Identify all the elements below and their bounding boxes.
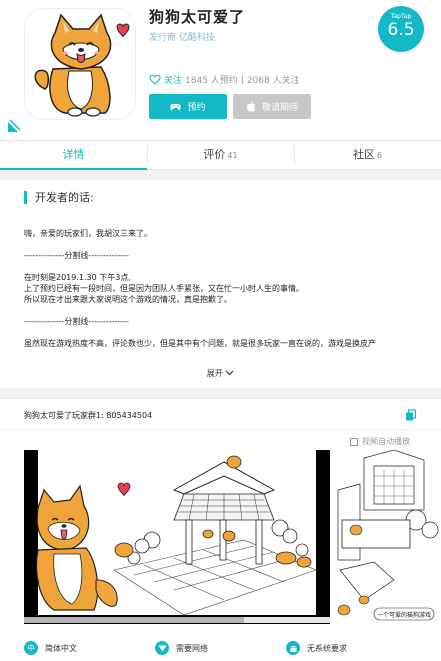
feature-language: 中 简体中文 [24, 641, 77, 655]
tab-community-count: 6 [376, 151, 383, 160]
game-video-frame [24, 450, 330, 624]
gallery-scrollbar[interactable] [24, 615, 330, 625]
heart-outline-icon[interactable] [149, 74, 161, 85]
stats-separator: | [240, 74, 244, 85]
note-divider: --------------分割线-------------- [24, 317, 129, 326]
rating-badge: TapTap 6.5 [378, 6, 424, 52]
player-group: 狗狗太可爱了玩家群1: 805434504 [0, 398, 441, 430]
publisher-name[interactable]: 亿酷科技 [179, 33, 215, 43]
tab-details[interactable]: 详情 [0, 141, 147, 170]
autoplay-checkbox[interactable] [350, 437, 358, 446]
video-player[interactable] [24, 450, 330, 624]
app-stats: 关注 1845 人预约 | 2068 人关注 [149, 73, 300, 86]
apple-icon [246, 101, 256, 112]
autoplay-label: 视频自动播放 [362, 437, 410, 446]
text-fade [0, 348, 441, 368]
follow-link[interactable]: 关注 [164, 73, 182, 86]
screenshot-caption: 一个可爱的猫狗游戏 [377, 611, 431, 619]
shiba-dog-icon [34, 13, 130, 117]
language-icon: 中 [24, 641, 38, 655]
gamepad-icon [170, 104, 182, 111]
rating-score: 6.5 [387, 20, 415, 40]
rating-brand: TapTap [390, 13, 412, 20]
section-gap [0, 388, 441, 398]
feature-language-label: 简体中文 [45, 643, 77, 653]
feature-system: 无系统要求 [286, 641, 347, 655]
copy-icon[interactable] [405, 409, 417, 421]
network-icon [155, 641, 169, 655]
note-divider: --------------分割线-------------- [24, 251, 129, 260]
tab-reviews-label: 评价 [203, 148, 226, 161]
app-title: 狗狗太可爱了 [149, 8, 246, 26]
tab-community[interactable]: 社区 6 [294, 141, 441, 169]
ios-button-label: 敬请期待 [261, 103, 298, 113]
ios-coming-soon-button[interactable]: 敬请期待 [233, 94, 311, 119]
autoplay-toggle[interactable]: 视频自动播放 [350, 436, 410, 447]
screenshot-thumbnail[interactable]: 一个可爱的猫狗游戏 [334, 450, 441, 624]
developer-note: 开发者的话: 嗨，亲爱的玩家们，我胡汉三来了。 --------------分割… [0, 180, 441, 388]
reserve-button-label: 预约 [187, 103, 206, 113]
publisher: 发行商 亿酷科技 [149, 30, 215, 43]
feature-system-label: 无系统要求 [307, 643, 347, 653]
note-line: 上了预约已经有一段时间，但是因为团队人手紧张，又在忙一小时人生的事情。 [24, 284, 304, 293]
note-line: 嗨，亲爱的玩家们，我胡汉三来了。 [24, 229, 152, 238]
reservations-count: 1845 人预约 [185, 76, 238, 86]
media-gallery: 视频自动播放 一个可爱的猫狗游戏 [0, 430, 441, 630]
player-group-text: 狗狗太可爱了玩家群1: 805434504 [24, 411, 153, 420]
note-line: 所以现在才出来跟大家说明这个游戏的情况，真是抱歉了。 [24, 295, 232, 304]
reserve-button[interactable]: 预约 [149, 94, 227, 119]
expand-button[interactable]: 展开 [0, 368, 441, 379]
android-icon [286, 641, 300, 655]
developer-note-title: 开发者的话: [24, 191, 94, 204]
note-line: 在时刻是2019.1.30 下午3点, [24, 273, 131, 282]
tab-reviews[interactable]: 评价 41 [147, 141, 294, 169]
expand-label: 展开 [206, 369, 223, 378]
tab-details-label: 详情 [62, 148, 85, 161]
tab-community-label: 社区 [352, 148, 375, 161]
feature-list: 中 简体中文 需要网络 无系统要求 [0, 634, 441, 661]
tab-reviews-count: 41 [227, 151, 238, 160]
image-icon [8, 119, 21, 132]
developer-note-body: 嗨，亲爱的玩家们，我胡汉三来了。 --------------分割线------… [24, 228, 417, 349]
followers-count: 2068 人关注 [246, 76, 300, 86]
game-screenshot-2: 一个可爱的猫狗游戏 [334, 450, 441, 624]
feature-network: 需要网络 [155, 641, 208, 655]
section-gap [0, 170, 441, 180]
feature-network-label: 需要网络 [176, 643, 208, 653]
chevron-down-icon [225, 370, 234, 376]
app-header: 狗狗太可爱了 发行商 亿酷科技 TapTap 6.5 关注 1845 人预约 |… [0, 0, 441, 140]
publisher-label: 发行商 [149, 33, 177, 43]
tab-bar: 详情 评价 41 社区 6 [0, 140, 441, 170]
app-icon [24, 8, 136, 120]
